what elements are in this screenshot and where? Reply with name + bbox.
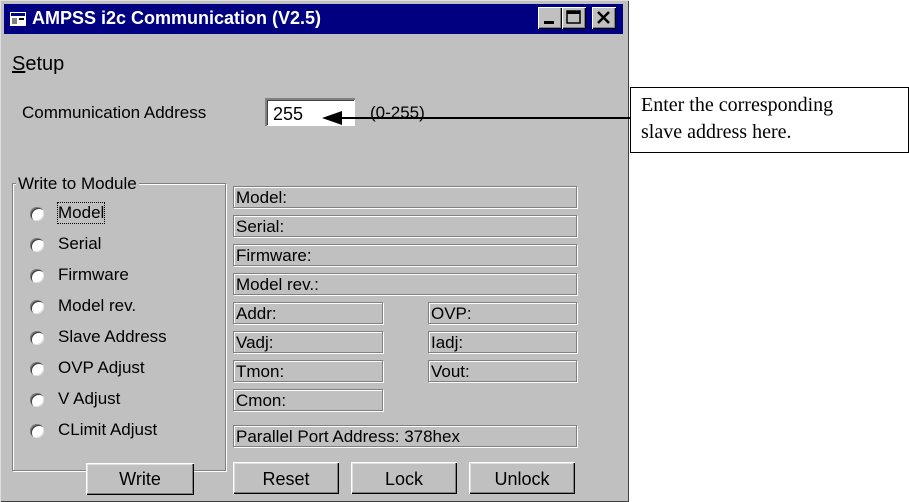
annotation-callout: Enter the corresponding slave address he…: [630, 87, 909, 153]
annotation-line-1: Enter the corresponding: [641, 94, 834, 116]
arrow-head-icon: [322, 111, 342, 125]
annotation-arrow: [322, 111, 630, 125]
annotation-line-2: slave address here.: [641, 121, 792, 143]
